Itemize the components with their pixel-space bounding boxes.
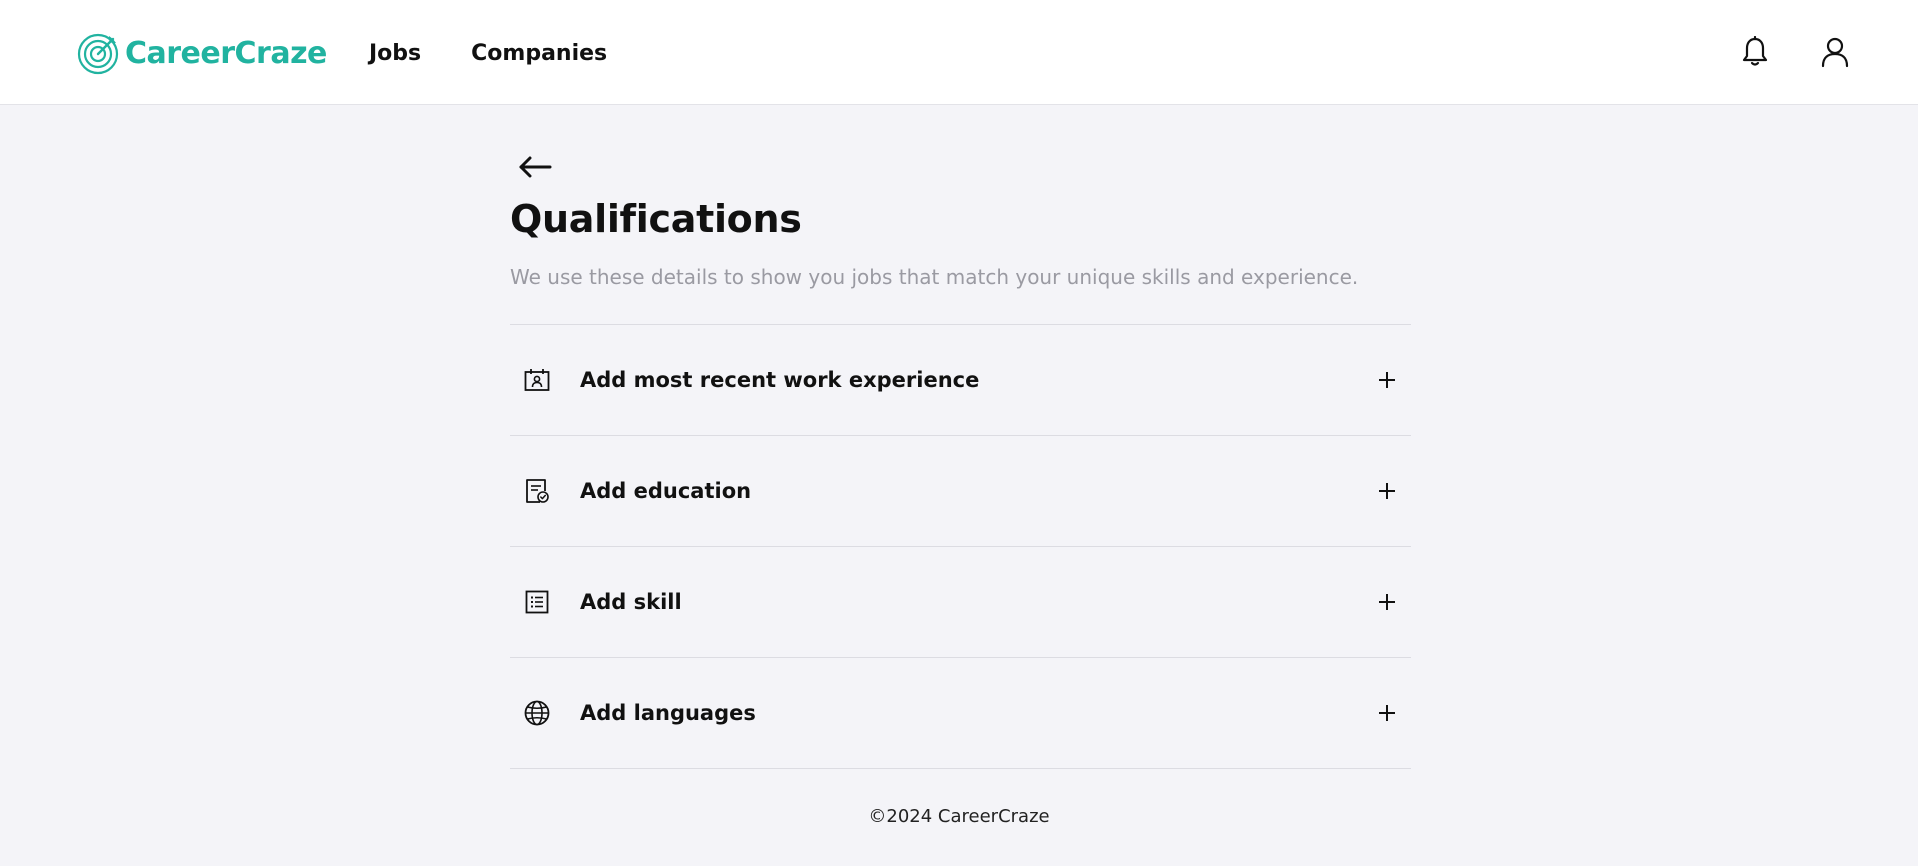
- footer-copyright: ©2024 CareerCraze: [868, 806, 1050, 827]
- page-subtitle: We use these details to show you jobs th…: [510, 265, 1359, 289]
- main-nav: Jobs Companies: [369, 38, 607, 70]
- qualification-item-work-experience[interactable]: Add most recent work experience: [510, 325, 1411, 436]
- plus-icon[interactable]: [1373, 366, 1401, 394]
- qualification-label: Add education: [580, 479, 752, 503]
- target-logo-icon: [77, 33, 119, 75]
- globe-icon: [523, 699, 551, 727]
- qualifications-list: Add most recent work experience Add educ…: [510, 324, 1411, 769]
- qualification-item-skill[interactable]: Add skill: [510, 547, 1411, 658]
- plus-icon[interactable]: [1373, 477, 1401, 505]
- bell-icon: [1742, 36, 1768, 66]
- notifications-button[interactable]: [1733, 30, 1777, 74]
- skill-list-icon: [523, 588, 551, 616]
- user-icon: [1821, 37, 1849, 68]
- work-experience-icon: [523, 366, 551, 394]
- plus-icon[interactable]: [1373, 588, 1401, 616]
- top-navbar: CareerCraze Jobs Companies: [0, 0, 1918, 105]
- page-title: Qualifications: [510, 197, 802, 241]
- qualification-item-education[interactable]: Add education: [510, 436, 1411, 547]
- brand-name: CareerCraze: [125, 35, 327, 71]
- back-button[interactable]: [517, 149, 553, 185]
- profile-button[interactable]: [1813, 30, 1857, 74]
- brand-logo-link[interactable]: CareerCraze: [77, 30, 327, 76]
- qualification-label: Add skill: [580, 590, 682, 614]
- plus-icon[interactable]: [1373, 699, 1401, 727]
- qualification-label: Add most recent work experience: [580, 368, 980, 392]
- nav-link-companies[interactable]: Companies: [471, 38, 607, 70]
- nav-link-jobs[interactable]: Jobs: [369, 38, 421, 70]
- qualification-item-languages[interactable]: Add languages: [510, 658, 1411, 769]
- arrow-left-icon: [519, 156, 552, 178]
- education-certificate-icon: [523, 477, 551, 505]
- qualification-label: Add languages: [580, 701, 756, 725]
